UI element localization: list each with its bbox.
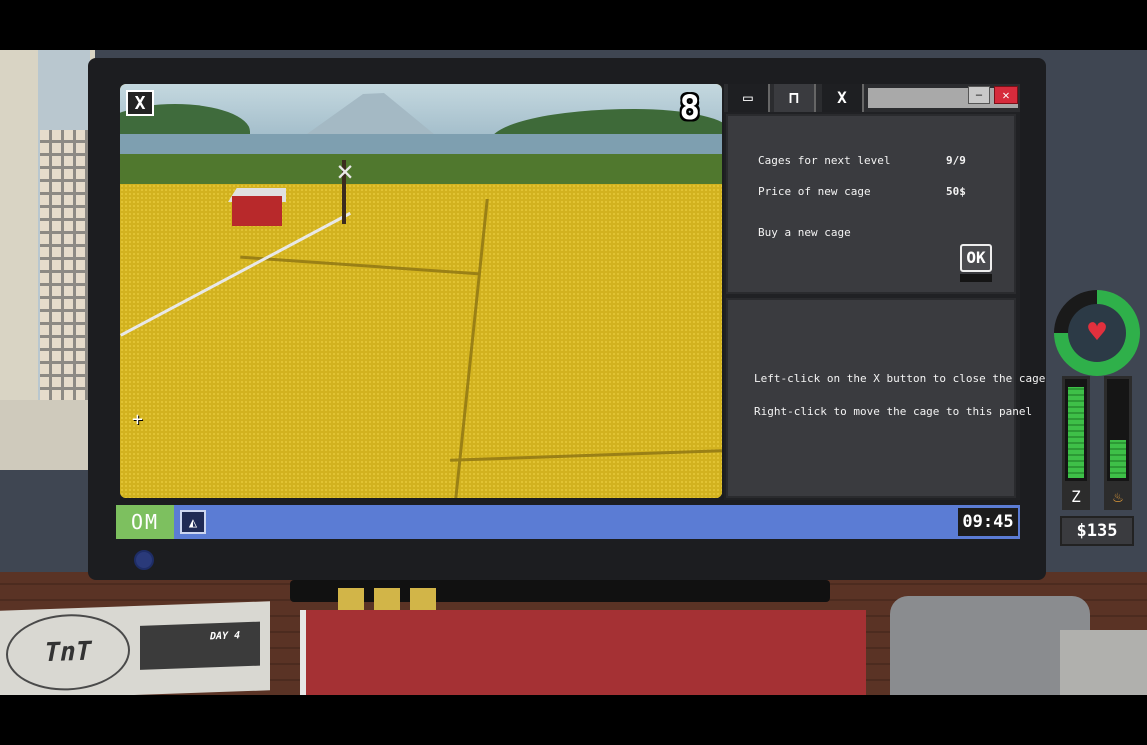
camera-number: 8: [679, 88, 700, 128]
heart-icon: ♥: [1087, 315, 1107, 350]
hunger-bar: [1104, 376, 1132, 484]
help-line-close: Left-click on the X button to close the …: [754, 372, 1046, 385]
crosshair-cursor-icon: +: [132, 409, 143, 430]
newspaper-logo: TnT: [6, 612, 130, 693]
hunger-bar-fill: [1110, 440, 1126, 478]
city-building: [40, 130, 88, 400]
buy-cage-label: Buy a new cage: [758, 226, 851, 239]
panel-tabs: ▭ ⊓ X − ✕: [724, 84, 1020, 112]
minimize-button[interactable]: −: [968, 86, 990, 104]
sleep-bar: [1062, 376, 1090, 484]
close-icon[interactable]: X: [126, 90, 154, 116]
help-box: Left-click on the X button to close the …: [726, 298, 1045, 498]
window-sill: [0, 400, 92, 470]
monitor-button-2[interactable]: [374, 588, 400, 610]
cage-icon[interactable]: ⊓: [774, 84, 816, 112]
health-gauge: ♥: [1054, 290, 1140, 376]
camera-app-icon[interactable]: ◭: [180, 510, 206, 534]
ok-button-shadow: [960, 274, 992, 282]
money-display: $135: [1060, 516, 1134, 546]
letterbox-bar: [0, 695, 1147, 745]
cages-label: Cages for next level: [758, 154, 891, 167]
cages-value: 9/9: [946, 154, 966, 167]
windmill-icon: ✕: [336, 154, 354, 187]
price-label: Price of new cage: [758, 185, 871, 198]
newspaper-day: DAY 4: [210, 630, 241, 643]
notebook[interactable]: [300, 610, 866, 695]
cage-panel: ▭ ⊓ X − ✕ Cages for next level 9/9 Price…: [724, 84, 1045, 500]
sleep-bar-fill: [1068, 387, 1084, 478]
price-value: 50$: [946, 185, 966, 198]
help-line-move: Right-click to move the cage to this pan…: [754, 405, 1033, 418]
keyboard: [1060, 630, 1147, 695]
window-close-button[interactable]: ✕: [994, 86, 1018, 104]
monitor-button-1[interactable]: [338, 588, 364, 610]
newspaper[interactable]: TnT DAY 4: [0, 601, 270, 700]
monitor-button-3[interactable]: [410, 588, 436, 610]
health-gauge-inner: ♥: [1068, 304, 1126, 362]
barn: [232, 196, 282, 226]
close-cage-icon[interactable]: X: [822, 84, 864, 112]
camera-feed[interactable]: ✕ X 8 +: [120, 84, 722, 498]
wheat-field: [120, 184, 722, 498]
power-icon[interactable]: [134, 550, 154, 570]
ok-button[interactable]: OK: [960, 244, 992, 272]
newspaper-band: DAY 4: [140, 621, 260, 670]
monitor-stand: [290, 580, 830, 602]
drumstick-icon: ♨: [1104, 484, 1132, 510]
sleep-icon: Z: [1062, 484, 1090, 510]
start-button[interactable]: OM: [116, 505, 174, 539]
clock: 09:45: [958, 508, 1018, 536]
taskbar: OM ◭ 09:45: [116, 505, 1020, 539]
camera-cage-icon[interactable]: ▭: [728, 84, 770, 112]
